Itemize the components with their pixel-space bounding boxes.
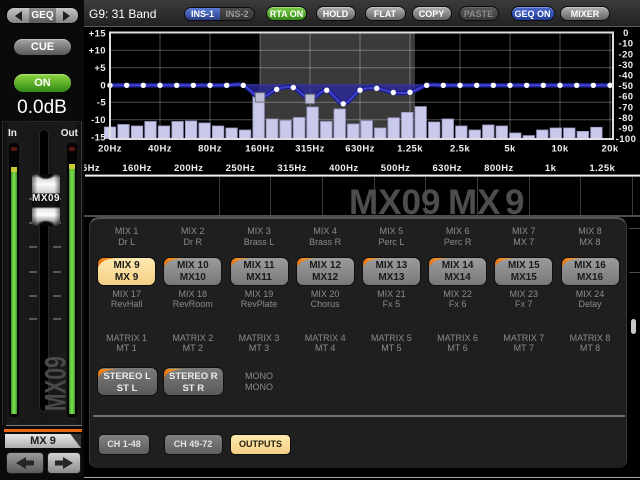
svg-text:-20: -20 [619, 49, 634, 60]
svg-text:-30: -30 [619, 60, 634, 71]
svg-text:-10: -10 [619, 39, 634, 50]
svg-text:2.5k: 2.5k [450, 144, 470, 155]
svg-text:0: 0 [100, 80, 106, 91]
svg-text:1.25k: 1.25k [397, 144, 423, 155]
svg-text:315Hz: 315Hz [295, 144, 324, 155]
svg-text:200Hz: 200Hz [174, 163, 203, 174]
svg-text:1.25k: 1.25k [589, 163, 615, 174]
svg-text:20k: 20k [601, 144, 618, 155]
svg-text:-40: -40 [619, 71, 634, 82]
svg-text:800Hz: 800Hz [484, 163, 513, 174]
svg-text:+10: +10 [89, 46, 106, 57]
svg-text:160Hz: 160Hz [245, 144, 274, 155]
svg-text:-50: -50 [619, 81, 634, 92]
svg-text:250Hz: 250Hz [226, 163, 255, 174]
svg-text:+5: +5 [94, 63, 106, 74]
svg-text:160Hz: 160Hz [122, 163, 151, 174]
svg-text:-80: -80 [619, 113, 634, 124]
svg-text:+15: +15 [89, 28, 107, 39]
svg-text:500Hz: 500Hz [381, 163, 410, 174]
svg-text:-70: -70 [619, 102, 634, 113]
svg-text:10k: 10k [551, 144, 568, 155]
svg-text:1k: 1k [545, 163, 557, 174]
svg-text:20Hz: 20Hz [98, 144, 122, 155]
svg-text:80Hz: 80Hz [198, 144, 222, 155]
svg-text:-60: -60 [619, 92, 634, 103]
svg-text:0: 0 [623, 28, 629, 39]
svg-text:400Hz: 400Hz [329, 163, 358, 174]
svg-text:-100: -100 [616, 134, 637, 145]
svg-text:5k: 5k [504, 144, 516, 155]
svg-text:-5: -5 [97, 98, 107, 109]
svg-text:125Hz: 125Hz [84, 163, 100, 174]
svg-text:-10: -10 [91, 115, 106, 126]
svg-text:630Hz: 630Hz [345, 144, 374, 155]
svg-text:315Hz: 315Hz [277, 163, 306, 174]
svg-text:630Hz: 630Hz [432, 163, 461, 174]
svg-text:-15: -15 [91, 132, 106, 143]
svg-text:40Hz: 40Hz [148, 144, 172, 155]
svg-text:-90: -90 [619, 124, 634, 135]
